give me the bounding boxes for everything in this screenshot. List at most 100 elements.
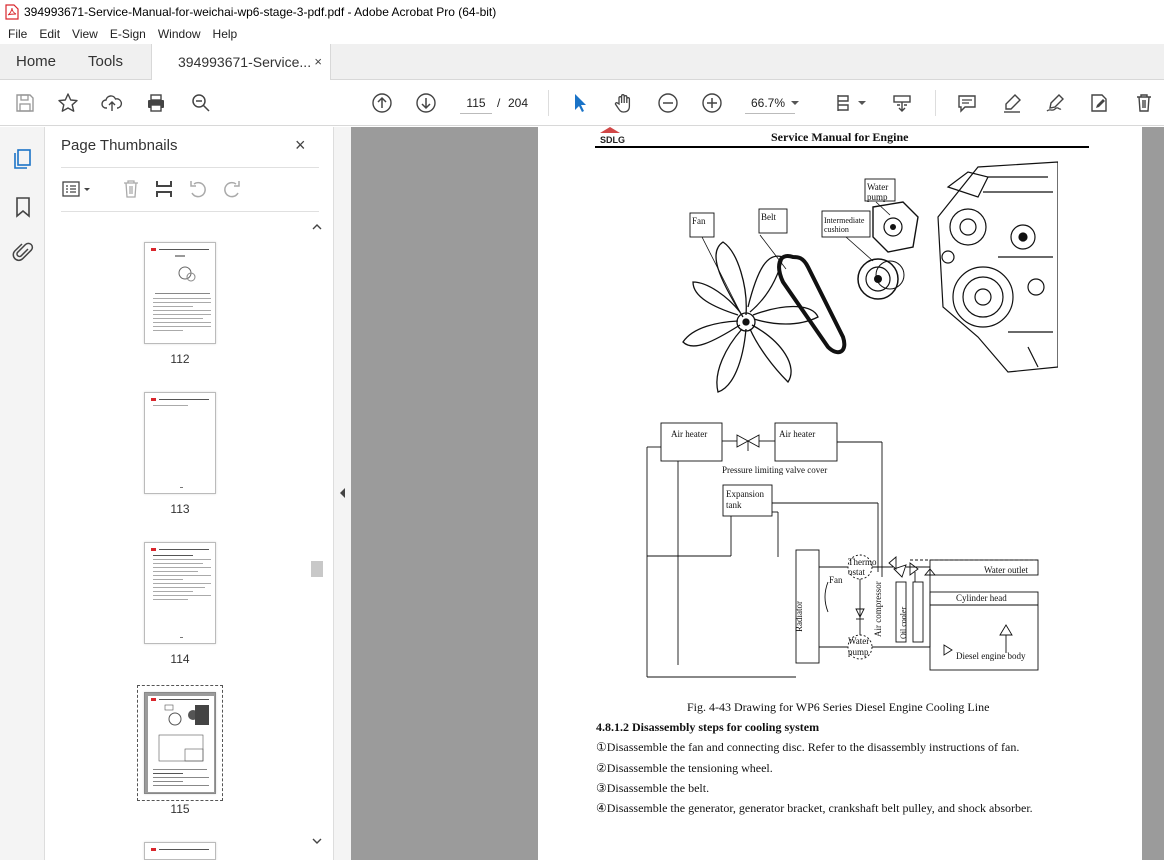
label-air-heater-left: Air heater [671,429,708,439]
thumbnail-label: 114 [170,652,190,666]
delete-page-icon[interactable] [120,178,142,200]
label-oil-cooler: Oil cooler [899,606,908,639]
label-expansion-tank-1: Expansion [726,489,764,499]
zoom-out-icon[interactable] [656,91,680,115]
scroll-mode-icon[interactable] [890,91,914,115]
panel-divider [61,211,319,212]
tab-document[interactable]: 394993671-Service... × [151,44,331,81]
label-cylinder-head: Cylinder head [956,593,1007,603]
sign-icon[interactable] [1043,91,1067,115]
menu-esign[interactable]: E-Sign [104,27,152,41]
title-bar: 394993671-Service-Manual-for-weichai-wp6… [0,0,1164,24]
label-pressure-valve: Pressure limiting valve cover [722,465,828,475]
previous-page-icon[interactable] [370,91,394,115]
next-page-icon[interactable] [414,91,438,115]
step-1: ①Disassemble the fan and connecting disc… [596,740,1020,754]
step-2: ②Disassemble the tensioning wheel. [596,761,773,775]
document-viewer[interactable]: SDLG Service Manual for Engine Fan Belt … [351,127,1164,860]
label-radiator: Radiator [794,601,804,632]
thumbnail-options-icon[interactable] [61,178,93,200]
document-page: SDLG Service Manual for Engine Fan Belt … [538,127,1142,860]
window-title: 394993671-Service-Manual-for-weichai-wp6… [24,5,497,19]
toolbar: 115 / 204 66.7% [0,80,1164,126]
header-rule [595,146,1089,148]
comment-icon[interactable] [955,91,979,115]
page-layout-dropdown-icon[interactable] [856,91,868,115]
pdf-app-icon [5,4,19,20]
label-thermostat-1: Thermo [848,557,877,567]
page-thumbnails-icon[interactable] [11,147,35,171]
edit-pdf-icon[interactable] [1087,91,1111,115]
label-expansion-tank-2: tank [726,500,742,510]
panel-collapse-strip[interactable] [334,127,351,860]
menu-file[interactable]: File [2,27,33,41]
label-air-compressor: Air compressor [873,581,883,637]
toolbar-divider [935,90,936,116]
menu-help[interactable]: Help [207,27,244,41]
label-fan-diagram: Fan [829,575,843,585]
upload-cloud-icon[interactable] [100,91,124,115]
label-water-pump-diagram-1: Water [848,636,870,646]
label-water-outlet: Water outlet [984,565,1029,575]
cooling-line-diagram [646,422,1039,678]
attachments-paperclip-icon[interactable] [11,241,35,265]
thumbnail-page-114[interactable] [144,542,216,644]
page-separator: / [497,96,501,110]
zoom-dropdown-icon[interactable] [788,91,802,115]
extract-page-icon[interactable] [153,178,175,200]
tab-bar: Home Tools 394993671-Service... × [0,44,1164,81]
page-layout-icon[interactable] [833,91,857,115]
thumbnail-scrollbar[interactable] [310,219,324,849]
rotate-right-icon[interactable] [221,178,243,200]
svg-text:SDLG: SDLG [600,135,625,145]
delete-trash-icon[interactable] [1132,91,1156,115]
panel-divider [61,167,319,168]
page-total: 204 [508,96,529,110]
toolbar-divider [548,90,549,116]
label-thermostat-2: ostat [848,567,865,577]
thumbnail-label: 112 [170,352,190,366]
page-header-title: Service Manual for Engine [771,130,909,144]
label-belt: Belt [761,212,776,222]
tab-tools[interactable]: Tools [88,44,123,80]
step-3: ③Disassemble the belt. [596,781,710,795]
thumbnail-page-115[interactable] [144,692,216,794]
collapse-arrow-icon[interactable] [338,487,347,499]
print-icon[interactable] [144,91,168,115]
thumbnail-label: 115 [170,802,190,816]
menu-view[interactable]: View [66,27,104,41]
rotate-left-icon[interactable] [187,178,209,200]
label-engine-body: Diesel engine body [956,651,1026,661]
label-water-pump-1: Water [867,182,889,192]
menu-edit[interactable]: Edit [33,27,66,41]
thumbnail-page-112[interactable] [144,242,216,344]
page-number-input[interactable]: 115 [460,92,492,114]
thumbnail-page-116[interactable] [144,842,216,860]
bookmarks-icon[interactable] [11,195,35,219]
highlight-pen-icon[interactable] [1000,91,1024,115]
hand-tool-icon[interactable] [612,91,636,115]
section-heading: 4.8.1.2 Disassembly steps for cooling sy… [596,720,820,734]
left-rail [0,127,45,860]
label-fan: Fan [692,216,706,226]
bookmark-star-icon[interactable] [56,91,80,115]
panel-title: Page Thumbnails [61,137,178,154]
label-intermediate-cushion-2: cushion [824,225,849,234]
thumbnail-label: 113 [170,502,190,516]
save-icon[interactable] [13,91,37,115]
sdlg-logo: SDLG [600,127,625,145]
zoom-search-icon[interactable] [189,91,213,115]
zoom-in-icon[interactable] [700,91,724,115]
close-tab-icon[interactable]: × [314,44,322,80]
tab-home[interactable]: Home [16,44,56,80]
step-4: ④Disassemble the generator, generator br… [596,801,1033,815]
menu-bar: File Edit View E-Sign Window Help [0,24,1164,44]
figure-caption: Fig. 4-43 Drawing for WP6 Series Diesel … [687,700,990,714]
label-water-pump-2: pump [867,192,888,202]
thumbnail-page-113[interactable] [144,392,216,494]
menu-window[interactable]: Window [152,27,207,41]
label-air-heater-right: Air heater [779,429,816,439]
close-panel-icon[interactable]: × [295,135,306,156]
select-cursor-icon[interactable] [568,91,592,115]
thumbnails-panel: Page Thumbnails × 112 113 114 115 [45,127,334,860]
